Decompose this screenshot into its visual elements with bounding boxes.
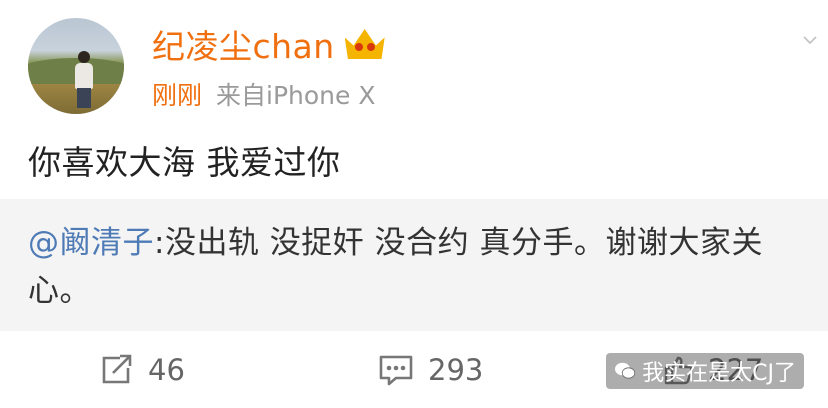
share-icon xyxy=(102,354,132,384)
repost-text: @阚清子:没出轨 没捉奸 没合约 真分手。谢谢大家关心。 xyxy=(28,219,798,315)
avatar-person-head xyxy=(78,51,90,63)
watermark: 我实在是太CJ了 xyxy=(606,353,804,389)
avatar-person-legs xyxy=(77,88,91,108)
crown-eye-right xyxy=(366,43,375,51)
post-source: 来自iPhone X xyxy=(216,81,376,110)
weibo-post: 纪凌尘chan 刚刚 来自iPhone X 你喜欢大海 我爱过你 @阚清子:没出… xyxy=(0,0,828,408)
chevron-down-icon[interactable] xyxy=(802,32,818,48)
username-row: 纪凌尘chan xyxy=(152,22,385,66)
watermark-text: 我实在是太CJ了 xyxy=(642,361,796,386)
repost-mention-link[interactable]: @阚清子 xyxy=(28,225,154,261)
action-bar: 46 293 227 我实在是太CJ了 xyxy=(0,331,828,408)
vip-crown-icon[interactable] xyxy=(344,29,385,59)
comment-button[interactable]: 293 xyxy=(378,353,483,387)
post-meta: 刚刚 来自iPhone X xyxy=(152,76,375,112)
post-text: 你喜欢大海 我爱过你 xyxy=(28,143,341,182)
post-time: 刚刚 xyxy=(152,81,203,110)
share-count: 46 xyxy=(148,353,185,387)
crown-shape xyxy=(344,29,385,59)
comment-count: 293 xyxy=(428,353,484,387)
avatar-person-body xyxy=(75,63,93,89)
repost-box[interactable]: @阚清子:没出轨 没捉奸 没合约 真分手。谢谢大家关心。 xyxy=(0,199,828,331)
comment-icon xyxy=(379,355,413,386)
crown-eye-left xyxy=(354,43,363,51)
avatar[interactable] xyxy=(28,18,124,114)
wechat-icon xyxy=(615,362,636,379)
share-button[interactable]: 46 xyxy=(100,353,185,387)
username-link[interactable]: 纪凌尘chan xyxy=(152,20,335,68)
